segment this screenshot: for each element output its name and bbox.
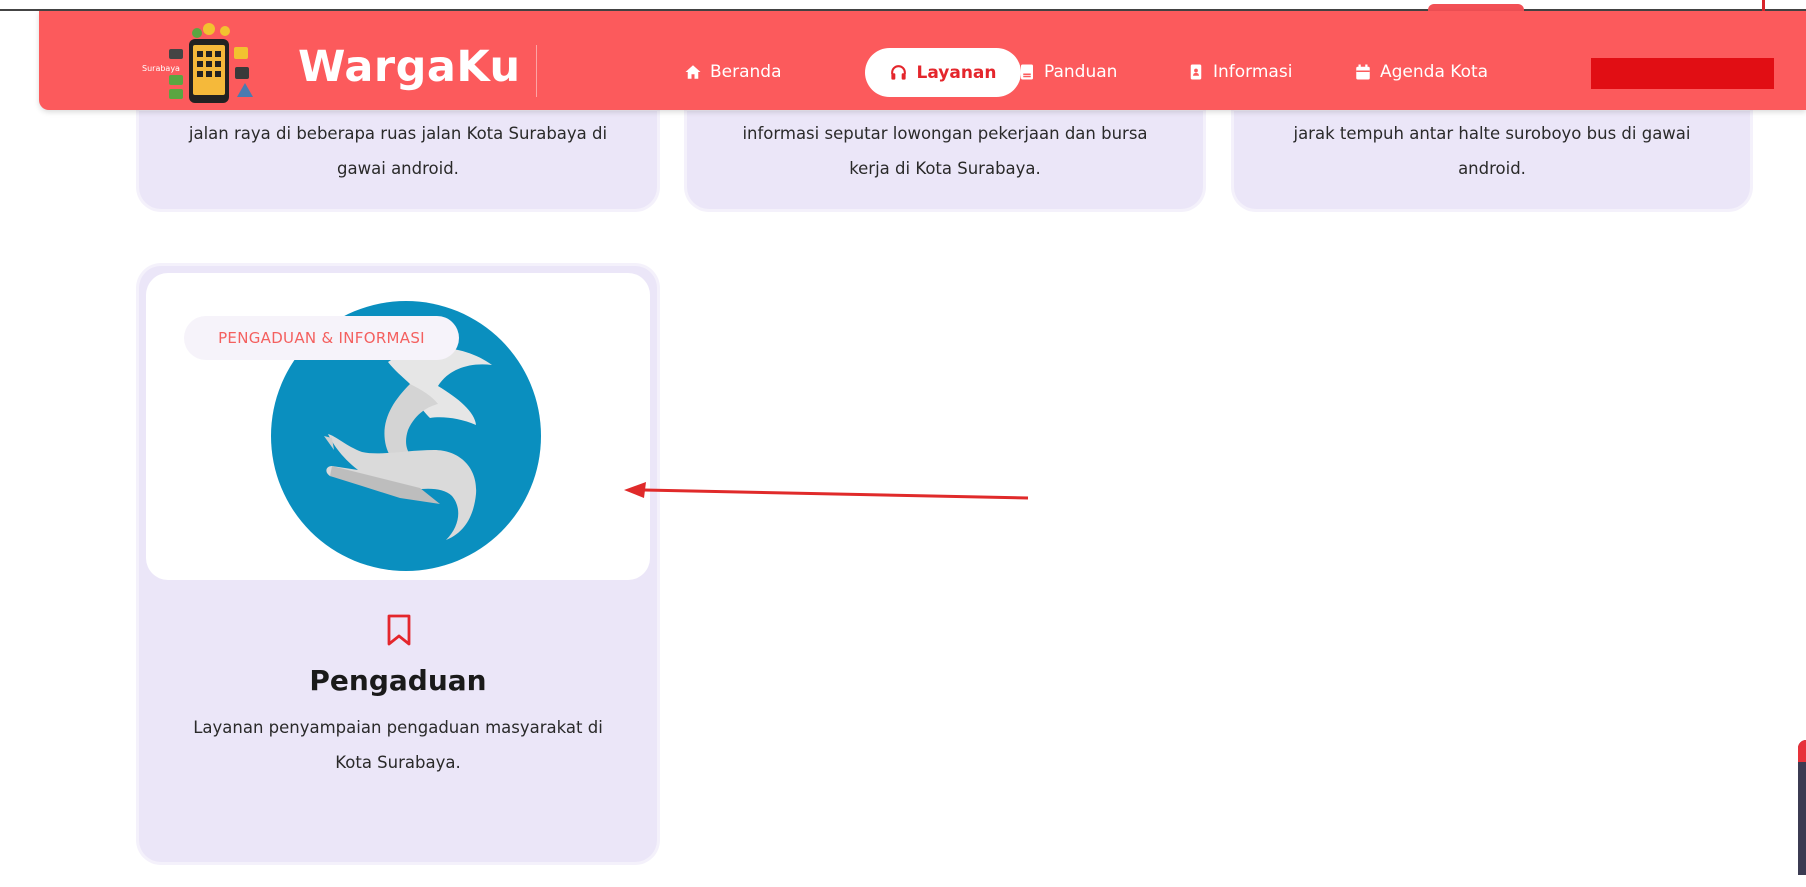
nav-beranda[interactable]: Beranda bbox=[684, 51, 782, 93]
side-widget-accent bbox=[1798, 740, 1806, 762]
nav-agenda-kota[interactable]: Agenda Kota bbox=[1354, 51, 1488, 93]
brand-divider bbox=[536, 45, 537, 97]
service-card-pengaduan[interactable]: PENGADUAN & INFORMASI Pengaduan Layanan … bbox=[139, 266, 657, 862]
nav-label: Beranda bbox=[710, 62, 782, 82]
service-card-jalan[interactable]: jalan raya di beberapa ruas jalan Kota S… bbox=[139, 111, 657, 209]
service-card-loker[interactable]: informasi seputar lowongan pekerjaan dan… bbox=[687, 111, 1203, 209]
service-card-bus[interactable]: jarak tempuh antar halte suroboyo bus di… bbox=[1234, 111, 1750, 209]
calendar-icon bbox=[1356, 64, 1370, 80]
headphones-icon bbox=[891, 65, 907, 80]
nav-panduan[interactable]: Panduan bbox=[1018, 51, 1117, 93]
card-description: Layanan penyampaian pengaduan masyarakat… bbox=[193, 718, 603, 772]
card-title: Pengaduan bbox=[309, 664, 487, 697]
nav-label: Agenda Kota bbox=[1380, 62, 1489, 82]
brand-name[interactable]: WargaKu bbox=[298, 42, 521, 92]
nav-label: Informasi bbox=[1213, 62, 1293, 82]
nav-informasi[interactable]: Informasi bbox=[1187, 51, 1292, 93]
nav-label: Panduan bbox=[1044, 62, 1118, 82]
logo-caption: Surabaya bbox=[142, 64, 180, 73]
wargaku-logo[interactable]: Surabaya bbox=[139, 19, 279, 107]
nav-layanan[interactable]: Layanan bbox=[865, 48, 1021, 97]
card-description: jarak tempuh antar halte suroboyo bus di… bbox=[1293, 124, 1691, 178]
card-description: informasi seputar lowongan pekerjaan dan… bbox=[742, 124, 1148, 178]
nav-label: Layanan bbox=[916, 62, 997, 83]
navbar: Surabaya WargaKu Beranda Layanan Panduan… bbox=[39, 11, 1806, 110]
bookmark-icon[interactable] bbox=[386, 613, 412, 647]
annotation-arrow bbox=[624, 482, 1029, 500]
home-icon bbox=[685, 65, 701, 79]
redacted-nav-item[interactable] bbox=[1591, 58, 1774, 89]
contact-card-icon bbox=[1190, 64, 1202, 80]
card-image-box: PENGADUAN & INFORMASI bbox=[146, 273, 650, 580]
category-badge: PENGADUAN & INFORMASI bbox=[184, 316, 459, 360]
book-icon bbox=[1021, 64, 1033, 80]
card-description: jalan raya di beberapa ruas jalan Kota S… bbox=[188, 124, 608, 178]
